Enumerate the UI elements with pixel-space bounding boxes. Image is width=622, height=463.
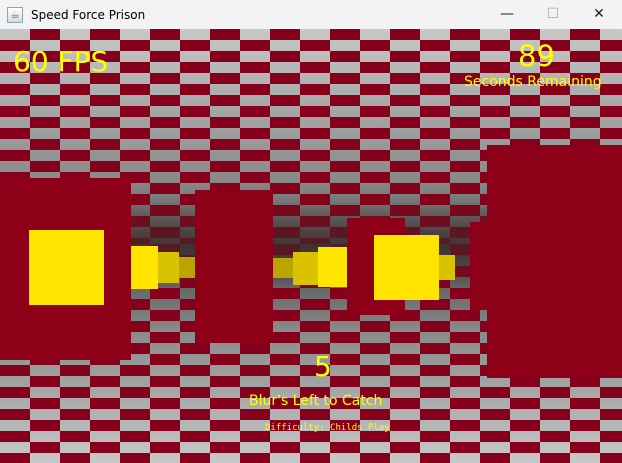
game-viewport[interactable]: 60 FPS 89 Seconds Remaining 5 Blur's Lef… bbox=[0, 29, 622, 463]
minimize-button[interactable]: — bbox=[484, 0, 530, 29]
blur-target bbox=[273, 258, 293, 278]
wall-pillar bbox=[195, 190, 273, 343]
java-icon: ☕ bbox=[7, 6, 23, 23]
blur-target bbox=[439, 255, 455, 280]
blur-target bbox=[293, 252, 318, 285]
difficulty-label: Difficulty: Childs Play bbox=[265, 423, 390, 433]
seconds-remaining-value: 89 bbox=[518, 39, 555, 73]
blurs-remaining-label: Blur's Left to Catch bbox=[249, 393, 383, 409]
blur-target bbox=[158, 252, 179, 283]
close-button[interactable]: ✕ bbox=[576, 0, 622, 29]
blur-target bbox=[29, 230, 104, 305]
seconds-remaining-label: Seconds Remaining bbox=[464, 74, 602, 90]
blur-target bbox=[130, 246, 158, 289]
blurs-remaining-value: 5 bbox=[314, 350, 332, 383]
title-bar: ☕ Speed Force Prison — ☐ ✕ bbox=[0, 0, 622, 29]
blur-target bbox=[374, 235, 439, 300]
fps-counter: 60 FPS bbox=[13, 45, 109, 78]
window-title: Speed Force Prison bbox=[31, 7, 146, 22]
maximize-button[interactable]: ☐ bbox=[530, 0, 576, 29]
wall-block bbox=[487, 145, 622, 378]
